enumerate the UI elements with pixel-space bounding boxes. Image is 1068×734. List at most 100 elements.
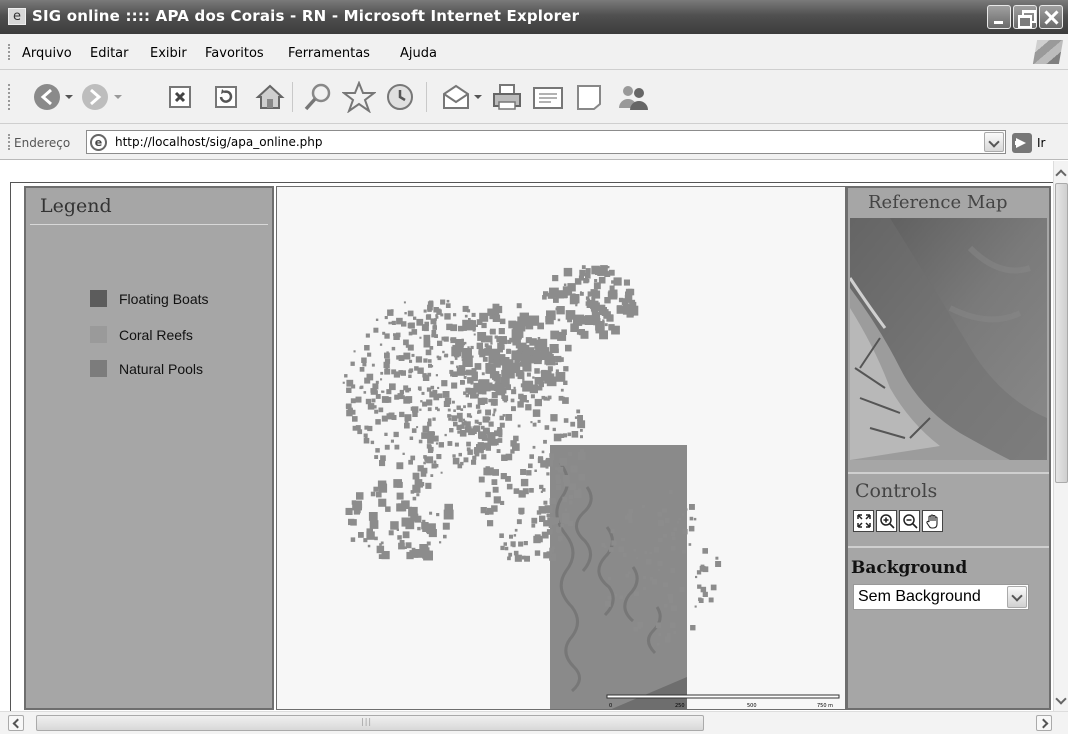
reef-patch xyxy=(454,442,459,447)
menu-arquivo[interactable]: Arquivo xyxy=(22,46,72,61)
reef-patch xyxy=(440,471,443,474)
reef-patch xyxy=(503,542,507,546)
reef-patch xyxy=(471,312,476,317)
reef-patch xyxy=(363,391,367,394)
reef-patch xyxy=(412,496,417,501)
reef-patch xyxy=(667,594,670,597)
reef-patch xyxy=(536,510,542,515)
reef-patch xyxy=(445,353,449,357)
reef-patch xyxy=(539,345,547,352)
reef-patch xyxy=(637,622,644,628)
reef-patch xyxy=(515,344,520,349)
reef-patch xyxy=(560,524,564,528)
reef-patch xyxy=(408,369,412,374)
menu-exibir[interactable]: Exibir xyxy=(150,46,187,61)
standard-toolbar xyxy=(0,70,1068,124)
full-extent-icon[interactable] xyxy=(853,510,874,532)
close-button[interactable] xyxy=(1039,5,1063,29)
reef-patch xyxy=(502,373,509,381)
scroll-left-icon[interactable] xyxy=(8,715,24,731)
scroll-up-icon[interactable] xyxy=(1054,165,1068,180)
reef-patch xyxy=(401,321,407,327)
print-icon[interactable] xyxy=(490,81,524,113)
legend-item-natural-pools: Natural Pools xyxy=(90,360,203,377)
reef-patch xyxy=(428,445,432,449)
reef-patch xyxy=(360,385,364,389)
reef-patch xyxy=(470,392,477,399)
reef-patch xyxy=(405,389,408,393)
reef-patch xyxy=(426,314,432,320)
reef-patch xyxy=(442,350,445,354)
history-icon[interactable] xyxy=(382,81,418,113)
messenger-icon[interactable] xyxy=(614,81,652,113)
reef-patch xyxy=(625,291,629,296)
reef-patch xyxy=(562,286,573,296)
restore-button[interactable] xyxy=(1013,5,1037,29)
favorites-icon[interactable] xyxy=(340,81,378,113)
stop-icon[interactable] xyxy=(166,81,196,113)
reef-patch xyxy=(499,318,506,325)
background-select[interactable]: Sem Background xyxy=(853,584,1029,610)
go-button[interactable]: Ir xyxy=(1012,132,1064,154)
horizontal-scroll-thumb[interactable] xyxy=(36,715,704,731)
map-view[interactable]: 0 250 500 750 m xyxy=(276,186,846,710)
reef-patch xyxy=(576,409,581,414)
vertical-scroll-thumb[interactable] xyxy=(1055,183,1068,483)
reef-patch xyxy=(633,548,636,552)
reef-patch xyxy=(364,425,369,430)
address-field[interactable]: e xyxy=(86,130,1006,154)
reef-patch xyxy=(553,276,558,281)
reef-patch xyxy=(538,378,544,384)
reef-patch xyxy=(352,425,358,431)
minimize-button[interactable] xyxy=(987,5,1011,29)
menu-ferramentas[interactable]: Ferramentas xyxy=(288,46,370,61)
reef-patch xyxy=(564,508,568,511)
reef-patch xyxy=(679,586,685,592)
reef-patch xyxy=(385,506,391,512)
mail-icon[interactable] xyxy=(440,81,486,113)
zoom-out-icon[interactable] xyxy=(899,510,920,532)
reef-patch xyxy=(485,491,491,498)
vertical-scrollbar[interactable] xyxy=(1053,161,1068,711)
back-icon[interactable] xyxy=(32,81,76,113)
reef-patch xyxy=(396,481,403,488)
reef-patch xyxy=(503,336,507,340)
reef-patch xyxy=(399,389,404,395)
map-canvas[interactable]: 0 250 500 750 m xyxy=(277,187,846,710)
reef-patch xyxy=(532,422,537,427)
menu-favoritos[interactable]: Favoritos xyxy=(205,46,264,61)
forward-icon[interactable] xyxy=(80,81,126,113)
refresh-icon[interactable] xyxy=(212,81,242,113)
url-input[interactable] xyxy=(115,133,975,151)
reef-patch xyxy=(449,428,454,433)
scroll-down-icon[interactable] xyxy=(1054,693,1068,708)
reef-patch xyxy=(412,411,418,417)
reef-patch xyxy=(472,375,478,382)
reef-patch xyxy=(490,328,496,335)
ie-window-icon[interactable]: e xyxy=(8,8,26,25)
reef-patch xyxy=(489,348,501,359)
horizontal-scrollbar[interactable] xyxy=(0,711,1068,734)
menu-ajuda[interactable]: Ajuda xyxy=(400,46,437,61)
edit-icon[interactable] xyxy=(530,81,566,113)
reef-patch xyxy=(613,277,622,286)
zoom-in-icon[interactable] xyxy=(876,510,897,532)
reef-patch xyxy=(702,591,708,597)
reef-patch xyxy=(446,323,453,331)
chevron-down-icon[interactable] xyxy=(1007,586,1027,608)
pan-hand-icon[interactable] xyxy=(922,510,943,532)
search-icon[interactable] xyxy=(300,81,336,113)
home-icon[interactable] xyxy=(254,81,286,113)
scroll-right-icon[interactable] xyxy=(1036,715,1052,731)
reef-patch xyxy=(347,408,353,414)
menu-editar[interactable]: Editar xyxy=(90,46,129,61)
reference-map-image[interactable] xyxy=(850,218,1047,460)
discuss-icon[interactable] xyxy=(572,81,606,113)
go-label: Ir xyxy=(1037,136,1046,150)
reef-patch xyxy=(626,513,633,519)
reef-patch xyxy=(575,304,578,307)
reef-patch xyxy=(426,456,434,464)
reef-patch xyxy=(556,529,560,534)
reef-patch xyxy=(379,543,382,546)
address-dropdown-icon[interactable] xyxy=(984,132,1004,152)
